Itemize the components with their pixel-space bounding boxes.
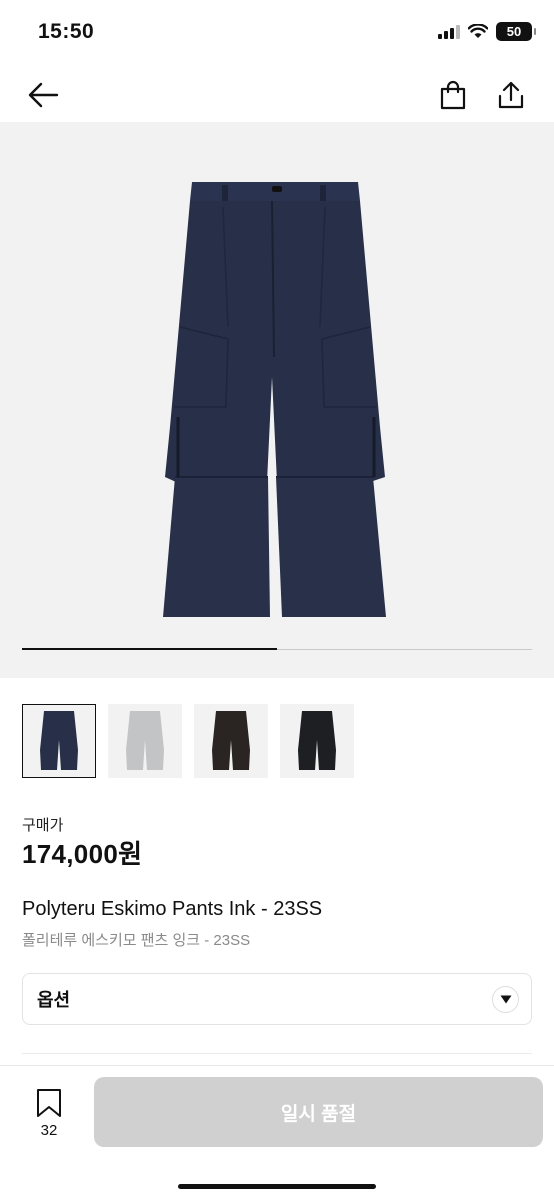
share-button[interactable] <box>492 76 530 114</box>
option-label: 옵션 <box>37 990 71 1010</box>
bottom-action-bar: 32 일시 품절 <box>0 1065 554 1200</box>
thumbnail-strip <box>22 704 354 778</box>
price-label: 구매가 <box>22 817 64 834</box>
thumbnail-black[interactable] <box>280 704 354 778</box>
thumbnail-image <box>126 711 164 770</box>
bookmark-count: 32 <box>40 1122 58 1139</box>
option-select[interactable]: 옵션 <box>22 973 532 1025</box>
back-button[interactable] <box>24 76 62 114</box>
thumbnail-ink[interactable] <box>22 704 96 778</box>
share-icon <box>498 81 524 109</box>
cart-button[interactable] <box>434 76 472 114</box>
bookmark-button[interactable]: 32 <box>28 1088 70 1139</box>
dropdown-button[interactable] <box>492 985 519 1013</box>
thumbnail-image <box>212 711 250 770</box>
carousel-progress-fill <box>22 648 277 650</box>
arrow-left-icon <box>28 82 59 108</box>
shopping-bag-icon <box>440 80 466 110</box>
cellular-signal-icon <box>438 24 460 39</box>
status-time: 15:50 <box>38 20 95 43</box>
carousel-progress-track <box>22 648 532 650</box>
product-title-en: Polyteru Eskimo Pants Ink - 23SS <box>22 898 323 920</box>
home-indicator[interactable] <box>178 1184 376 1189</box>
bookmark-icon <box>37 1089 61 1117</box>
battery-icon: 50 <box>496 22 536 41</box>
wifi-icon <box>468 24 488 38</box>
product-main-image <box>163 182 386 617</box>
section-divider <box>22 1053 532 1054</box>
status-icons: 50 <box>438 22 536 41</box>
product-title-ko: 폴리테루 에스키모 팬츠 잉크 - 23SS <box>22 932 251 949</box>
sold-out-button[interactable]: 일시 품절 <box>94 1077 543 1147</box>
price-value: 174,000원 <box>22 839 143 869</box>
product-image-carousel[interactable] <box>0 122 554 678</box>
caret-down-icon <box>500 995 511 1003</box>
thumbnail-grey[interactable] <box>108 704 182 778</box>
thumbnail-brown[interactable] <box>194 704 268 778</box>
thumbnail-image <box>298 711 336 770</box>
top-nav-bar <box>0 66 554 122</box>
status-bar: 15:50 50 <box>0 0 554 66</box>
thumbnail-image <box>40 711 78 770</box>
